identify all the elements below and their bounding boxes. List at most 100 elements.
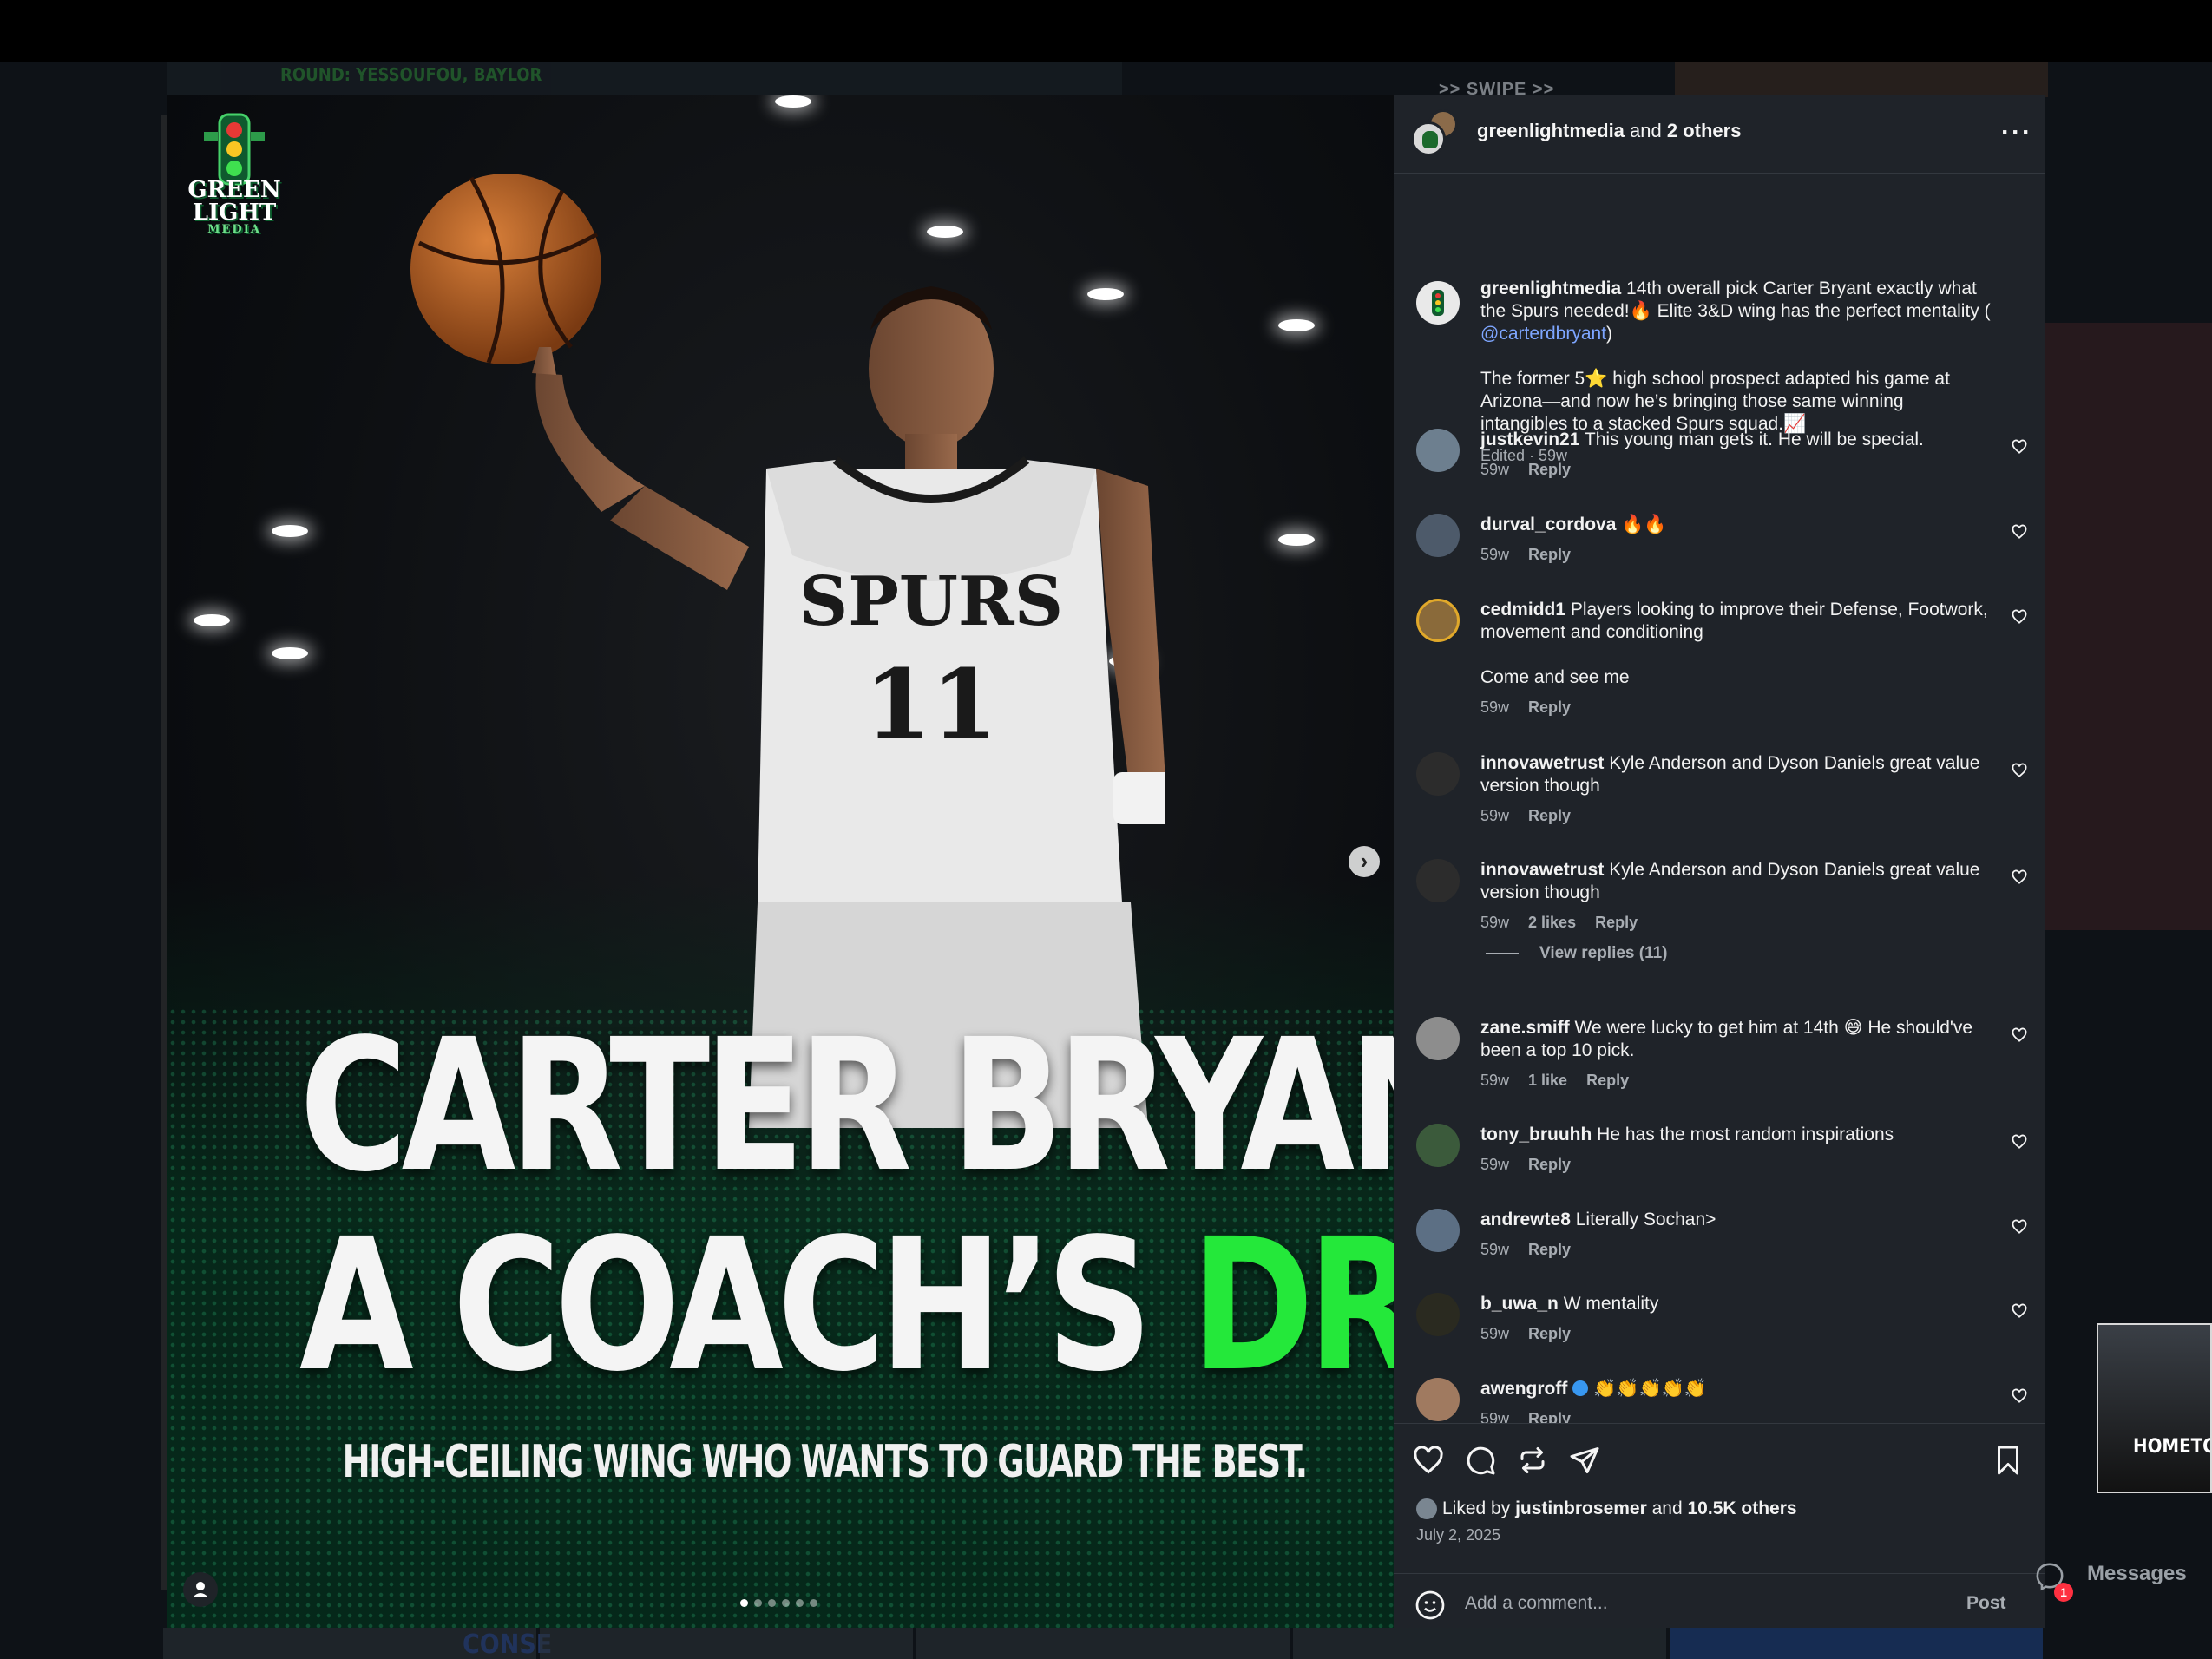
reply-button[interactable]: Reply <box>1528 546 1571 563</box>
reply-button[interactable]: Reply <box>1528 807 1571 824</box>
reply-button[interactable]: Reply <box>1528 461 1571 478</box>
comment-username[interactable]: durval_cordova <box>1480 515 1616 534</box>
commenter-avatar[interactable] <box>1416 1209 1460 1252</box>
comment-bubble-icon[interactable] <box>1465 1445 1496 1476</box>
comment-like-heart-icon[interactable] <box>2012 869 2027 885</box>
reply-button[interactable]: Reply <box>1528 698 1571 716</box>
tagged-users-button[interactable] <box>183 1572 218 1607</box>
comment-username[interactable]: awengroff <box>1480 1379 1567 1399</box>
liked-user[interactable]: justinbrosemer <box>1515 1498 1647 1518</box>
comment-username[interactable]: justkevin21 <box>1480 430 1579 449</box>
add-comment-bar: Post <box>1394 1573 2045 1629</box>
author-avatar[interactable] <box>1411 121 1446 156</box>
comments-list[interactable]: greenlightmedia 14th overall pick Carter… <box>1394 174 2045 1510</box>
arena-light <box>272 647 308 659</box>
bookmark-icon[interactable] <box>1992 1445 2024 1476</box>
comment-like-heart-icon[interactable] <box>2012 1027 2027 1043</box>
comment-like-heart-icon[interactable] <box>2012 1219 2027 1235</box>
emoji-icon[interactable] <box>1414 1590 1446 1621</box>
commenter-avatar[interactable] <box>1416 429 1460 472</box>
headline-line-1: CARTER BRYANT IS <box>299 1000 1394 1212</box>
likes-summary[interactable]: Liked by justinbrosemer and 10.5K others <box>1416 1498 1797 1520</box>
comment-like-heart-icon[interactable] <box>2012 1303 2027 1319</box>
feed-tile <box>2045 323 2212 930</box>
comment-username[interactable]: cedmidd1 <box>1480 600 1565 620</box>
comment-likes[interactable]: 1 like <box>1528 1072 1567 1089</box>
comment-time[interactable]: 59w <box>1480 1241 1509 1258</box>
carousel-dot <box>754 1599 762 1607</box>
comment-username[interactable]: zane.smiff <box>1480 1018 1570 1038</box>
comment-time[interactable]: 59w <box>1480 461 1509 478</box>
comment-like-heart-icon[interactable] <box>2012 609 2027 625</box>
comment-body: andrewte8 Literally Sochan> 59w Reply <box>1480 1209 1992 1261</box>
comment-like-heart-icon[interactable] <box>2012 763 2027 778</box>
comment-username[interactable]: andrewte8 <box>1480 1210 1571 1229</box>
comment-input[interactable] <box>1465 1586 1951 1621</box>
comment-username[interactable]: innovawetrust <box>1480 860 1604 880</box>
view-replies-button[interactable]: View replies (11) <box>1486 944 1668 963</box>
reply-button[interactable]: Reply <box>1528 1325 1571 1342</box>
messages-button[interactable]: 1 Messages <box>2035 1562 2187 1602</box>
liked-count[interactable]: 10.5K others <box>1688 1498 1797 1518</box>
comment-time[interactable]: 59w <box>1480 1325 1509 1342</box>
more-options-button[interactable]: ··· <box>2001 118 2032 148</box>
arena-light <box>272 525 308 537</box>
verified-badge-icon <box>1572 1380 1589 1396</box>
like-heart-icon[interactable] <box>1413 1445 1444 1476</box>
comment-text: Literally Sochan> <box>1575 1210 1716 1229</box>
post-authors[interactable]: greenlightmedia and 2 others <box>1477 120 1741 142</box>
mini-player-thumbnail[interactable]: HOMETOWN <box>2097 1323 2212 1493</box>
arena-light <box>194 614 230 626</box>
caption-paragraph-2: The former 5⭐ high school prospect adapt… <box>1480 369 1950 434</box>
feed-strip-tile[interactable] <box>1670 1628 2043 1659</box>
commenter-avatar[interactable] <box>1416 1293 1460 1336</box>
comment-body: b_uwa_n W mentality 59w Reply <box>1480 1293 1992 1345</box>
caption-avatar[interactable] <box>1416 281 1460 325</box>
commenter-avatar[interactable] <box>1416 859 1460 902</box>
commenter-avatar[interactable] <box>1416 514 1460 557</box>
commenter-avatar[interactable] <box>1416 1378 1460 1421</box>
reply-button[interactable]: Reply <box>1528 1241 1571 1258</box>
comment-like-heart-icon[interactable] <box>2012 1134 2027 1150</box>
thumbnail-image <box>2098 1325 2210 1492</box>
comment-time[interactable]: 59w <box>1480 1072 1509 1089</box>
comment-like-heart-icon[interactable] <box>2012 439 2027 455</box>
comment-username[interactable]: innovawetrust <box>1480 753 1604 773</box>
feed-strip-tile[interactable] <box>1293 1628 1666 1659</box>
commenter-avatar[interactable] <box>1416 1124 1460 1167</box>
author-username[interactable]: greenlightmedia <box>1477 120 1625 141</box>
comment-meta: 59w Reply <box>1480 543 1992 566</box>
reply-button[interactable]: Reply <box>1586 1072 1629 1089</box>
comment-like-heart-icon[interactable] <box>2012 524 2027 540</box>
feed-strip-tile[interactable]: CONSE <box>163 1628 552 1659</box>
comment-likes[interactable]: 2 likes <box>1528 914 1576 931</box>
commenter-avatar[interactable] <box>1416 599 1460 642</box>
commenter-avatar[interactable] <box>1416 752 1460 796</box>
next-slide-button[interactable]: › <box>1349 846 1380 877</box>
feed-strip-tile[interactable] <box>540 1628 913 1659</box>
share-send-icon[interactable] <box>1569 1445 1600 1476</box>
others-link[interactable]: 2 others <box>1667 120 1742 141</box>
comment-username[interactable]: tony_bruuhh <box>1480 1125 1592 1144</box>
comment-meta: 59w Reply <box>1480 1322 1992 1345</box>
post-image[interactable]: GREEN LIGHT MEDIA SPURS 11 CARTER BRYA A… <box>167 95 1394 1628</box>
post-footer: Liked by justinbrosemer and 10.5K others… <box>1394 1423 2045 1628</box>
comment-time[interactable]: 59w <box>1480 807 1509 824</box>
comment-username[interactable]: b_uwa_n <box>1480 1294 1559 1314</box>
post-comment-button[interactable]: Post <box>1966 1593 2006 1614</box>
feed-strip-tile[interactable] <box>916 1628 1290 1659</box>
commenter-avatar[interactable] <box>1416 1017 1460 1060</box>
comment-like-heart-icon[interactable] <box>2012 1388 2027 1404</box>
comment-body: tony_bruuhh He has the most random inspi… <box>1480 1124 1992 1176</box>
reply-button[interactable]: Reply <box>1595 914 1638 931</box>
reply-button[interactable]: Reply <box>1528 1156 1571 1173</box>
comment-time[interactable]: 59w <box>1480 914 1509 931</box>
comment-time[interactable]: 59w <box>1480 546 1509 563</box>
repost-icon[interactable] <box>1517 1445 1548 1476</box>
jersey-team-text: SPURS <box>799 562 1063 641</box>
caption-username[interactable]: greenlightmedia <box>1480 279 1621 298</box>
comment-time[interactable]: 59w <box>1480 1156 1509 1173</box>
mention-link[interactable]: @carterdbryant <box>1480 324 1606 344</box>
comment-time[interactable]: 59w <box>1480 698 1509 716</box>
liked-prefix: Liked by <box>1442 1498 1516 1518</box>
